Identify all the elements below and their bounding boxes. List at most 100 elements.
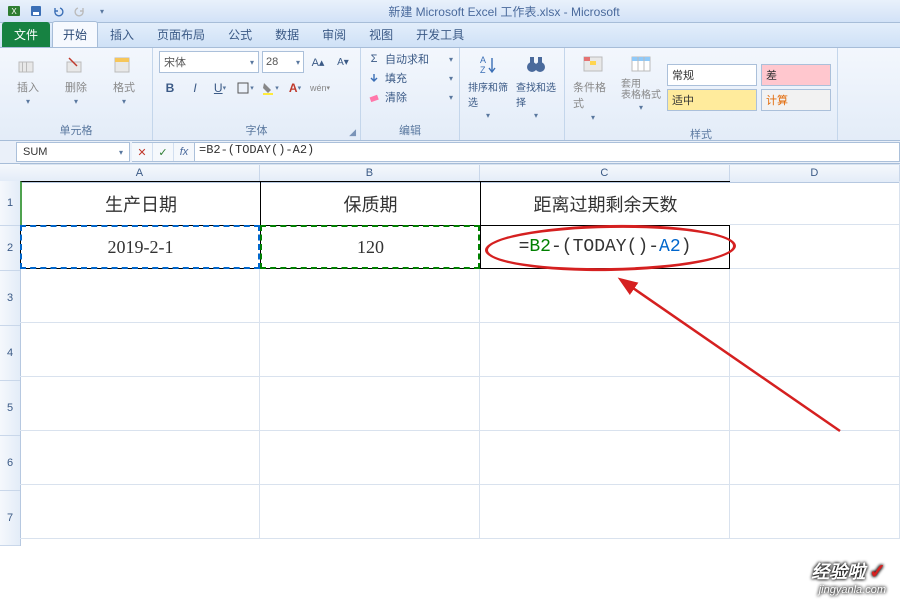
style-bad[interactable]: 差 bbox=[761, 64, 831, 86]
qat-customize-icon[interactable]: ▾ bbox=[92, 1, 112, 21]
insert-cells-icon bbox=[16, 53, 40, 77]
formula-bar-input[interactable]: =B2-(TODAY()-A2) bbox=[195, 142, 900, 162]
fill-button[interactable]: 填充▾ bbox=[367, 70, 453, 86]
quick-access-toolbar: X ▾ bbox=[4, 1, 112, 21]
cell-b7[interactable] bbox=[260, 485, 480, 539]
cell-c6[interactable] bbox=[480, 431, 730, 485]
col-header-d[interactable]: D bbox=[730, 165, 900, 182]
tab-formulas[interactable]: 公式 bbox=[217, 21, 263, 47]
font-size-combo[interactable]: 28▾ bbox=[262, 51, 304, 73]
conditional-format-button[interactable]: 条件格式▾ bbox=[571, 51, 615, 124]
cell-c1[interactable]: 距离过期剩余天数 bbox=[480, 181, 730, 225]
italic-button[interactable]: I bbox=[184, 77, 206, 99]
cell-a3[interactable] bbox=[20, 269, 260, 323]
tab-insert[interactable]: 插入 bbox=[99, 21, 145, 47]
dialog-launcher-icon[interactable]: ◢ bbox=[349, 127, 356, 138]
increase-font-icon[interactable]: A▴ bbox=[307, 51, 329, 73]
format-as-table-button[interactable]: 套用 表格格式▾ bbox=[619, 51, 663, 124]
reference-highlight-b2 bbox=[260, 225, 480, 269]
insert-cells-button[interactable]: 插入▾ bbox=[6, 51, 50, 120]
save-icon[interactable] bbox=[26, 1, 46, 21]
cell-b6[interactable] bbox=[260, 431, 480, 485]
cancel-formula-icon[interactable]: ✕ bbox=[132, 143, 153, 161]
cell-a7[interactable] bbox=[20, 485, 260, 539]
underline-button[interactable]: U▾ bbox=[209, 77, 231, 99]
excel-icon[interactable]: X bbox=[4, 1, 24, 21]
decrease-font-icon[interactable]: A▾ bbox=[332, 51, 354, 73]
select-all-button[interactable] bbox=[0, 164, 21, 182]
row-header-1[interactable]: 1 bbox=[0, 181, 20, 226]
formula-bar-buttons: ✕ ✓ fx bbox=[132, 142, 195, 162]
enter-formula-icon[interactable]: ✓ bbox=[153, 143, 174, 161]
tab-page-layout[interactable]: 页面布局 bbox=[146, 21, 216, 47]
font-color-button[interactable]: A▾ bbox=[284, 77, 306, 99]
col-header-b[interactable]: B bbox=[260, 165, 480, 182]
file-tab[interactable]: 文件 bbox=[2, 22, 50, 47]
cell-a4[interactable] bbox=[20, 323, 260, 377]
cell-b3[interactable] bbox=[260, 269, 480, 323]
cell-b5[interactable] bbox=[260, 377, 480, 431]
cell-d4[interactable] bbox=[730, 323, 900, 377]
group-label bbox=[466, 124, 558, 138]
binoculars-icon bbox=[524, 53, 548, 77]
insert-function-icon[interactable]: fx bbox=[174, 143, 194, 161]
group-cells: 插入▾ 删除▾ 格式▾ 单元格 bbox=[0, 48, 153, 140]
cell-b1[interactable]: 保质期 bbox=[260, 181, 480, 225]
col-header-a[interactable]: A bbox=[20, 165, 260, 182]
autosum-button[interactable]: Σ自动求和▾ bbox=[367, 51, 453, 67]
tab-view[interactable]: 视图 bbox=[358, 21, 404, 47]
row-header-5[interactable]: 5 bbox=[0, 381, 20, 436]
cell-d6[interactable] bbox=[730, 431, 900, 485]
cell-d2[interactable] bbox=[730, 225, 900, 269]
name-box[interactable]: SUM▾ bbox=[16, 142, 130, 162]
tab-developer[interactable]: 开发工具 bbox=[405, 21, 475, 47]
undo-icon[interactable] bbox=[48, 1, 68, 21]
row-header-6[interactable]: 6 bbox=[0, 436, 20, 491]
fill-color-button[interactable]: ▾ bbox=[259, 77, 281, 99]
ribbon-tabs: 文件 开始 插入 页面布局 公式 数据 审阅 视图 开发工具 bbox=[0, 23, 900, 48]
style-calc[interactable]: 计算 bbox=[761, 89, 831, 111]
cell-a1[interactable]: 生产日期 bbox=[20, 181, 260, 225]
font-name-combo[interactable]: 宋体▾ bbox=[159, 51, 259, 73]
col-header-c[interactable]: C bbox=[480, 165, 730, 182]
format-cells-button[interactable]: 格式▾ bbox=[102, 51, 146, 120]
cell-b4[interactable] bbox=[260, 323, 480, 377]
phonetic-button[interactable]: wén▾ bbox=[309, 77, 331, 99]
cell-c3[interactable] bbox=[480, 269, 730, 323]
find-select-button[interactable]: 查找和选择▾ bbox=[514, 51, 558, 124]
tab-review[interactable]: 审阅 bbox=[311, 21, 357, 47]
row-header-3[interactable]: 3 bbox=[0, 271, 20, 326]
row-header-7[interactable]: 7 bbox=[0, 491, 20, 546]
sort-filter-button[interactable]: AZ 排序和筛选▾ bbox=[466, 51, 510, 124]
style-normal[interactable]: 常规 bbox=[667, 64, 757, 86]
conditional-format-icon bbox=[581, 53, 605, 77]
border-button[interactable]: ▾ bbox=[234, 77, 256, 99]
redo-icon[interactable] bbox=[70, 1, 90, 21]
group-styles: 条件格式▾ 套用 表格格式▾ 常规 适中 差 计算 样式 bbox=[565, 48, 838, 140]
cell-d3[interactable] bbox=[730, 269, 900, 323]
reference-highlight-a2 bbox=[20, 225, 260, 269]
eraser-icon bbox=[367, 90, 381, 104]
cell-d1[interactable] bbox=[730, 181, 900, 225]
cell-d7[interactable] bbox=[730, 485, 900, 539]
cell-a5[interactable] bbox=[20, 377, 260, 431]
clear-button[interactable]: 清除▾ bbox=[367, 89, 453, 105]
cell-c5[interactable] bbox=[480, 377, 730, 431]
tab-data[interactable]: 数据 bbox=[264, 21, 310, 47]
style-neutral[interactable]: 适中 bbox=[667, 89, 757, 111]
check-icon: ✓ bbox=[869, 561, 886, 583]
group-font: 宋体▾ 28▾ A▴ A▾ B I U▾ ▾ ▾ A▾ wén▾ 字体◢ bbox=[153, 48, 361, 140]
bold-button[interactable]: B bbox=[159, 77, 181, 99]
cell-a6[interactable] bbox=[20, 431, 260, 485]
svg-text:X: X bbox=[11, 7, 17, 16]
cell-c7[interactable] bbox=[480, 485, 730, 539]
group-sort-find: AZ 排序和筛选▾ 查找和选择▾ bbox=[460, 48, 565, 140]
delete-cells-button[interactable]: 删除▾ bbox=[54, 51, 98, 120]
worksheet[interactable]: A B C D 1 2 3 4 5 6 7 生产日期 保质期 距离过期剩余天数 … bbox=[0, 164, 900, 600]
cell-d5[interactable] bbox=[730, 377, 900, 431]
row-header-4[interactable]: 4 bbox=[0, 326, 20, 381]
tab-home[interactable]: 开始 bbox=[52, 21, 98, 47]
row-header-2[interactable]: 2 bbox=[0, 226, 20, 271]
cell-c4[interactable] bbox=[480, 323, 730, 377]
row-headers[interactable]: 1 2 3 4 5 6 7 bbox=[0, 181, 21, 546]
